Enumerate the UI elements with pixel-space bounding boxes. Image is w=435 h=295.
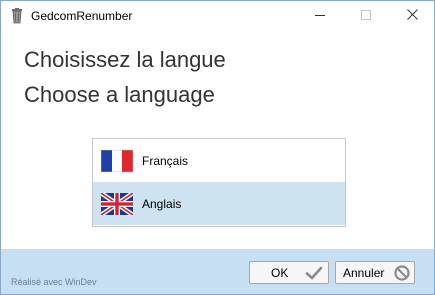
made-with-windev-note: Réalisé avec WinDev [11,277,97,287]
cancel-label: Annuler [343,265,385,280]
window-title: GedcomRenumber [31,9,133,23]
heading-french: Choisissez la langue [24,47,226,72]
maximize-button[interactable] [343,1,389,31]
checkmark-icon [305,264,323,282]
language-label: Français [142,153,189,168]
footer-bar: Réalisé avec WinDev OK Annuler [1,249,434,294]
maximize-icon [361,7,371,25]
uk-flag-icon [99,190,135,217]
trash-bin-icon [10,8,24,24]
minimize-button[interactable] [297,1,343,31]
language-label: Anglais [142,196,182,211]
cancel-button[interactable]: Annuler [335,261,415,284]
list-item-english[interactable]: Anglais [93,182,345,225]
list-item-french[interactable]: Français [93,139,345,182]
close-icon [406,7,418,25]
minimize-icon [315,7,325,25]
close-button[interactable] [389,1,435,31]
heading-english: Choose a language [24,82,215,107]
ok-button[interactable]: OK [249,261,329,284]
ok-label: OK [271,265,289,280]
language-dialog: GedcomRenumber Choisissez la langue Choo… [0,0,435,295]
language-list[interactable]: Français Anglais [92,138,346,227]
no-entry-icon [393,264,411,282]
france-flag-icon [100,149,134,172]
title-bar[interactable]: GedcomRenumber [1,1,434,31]
